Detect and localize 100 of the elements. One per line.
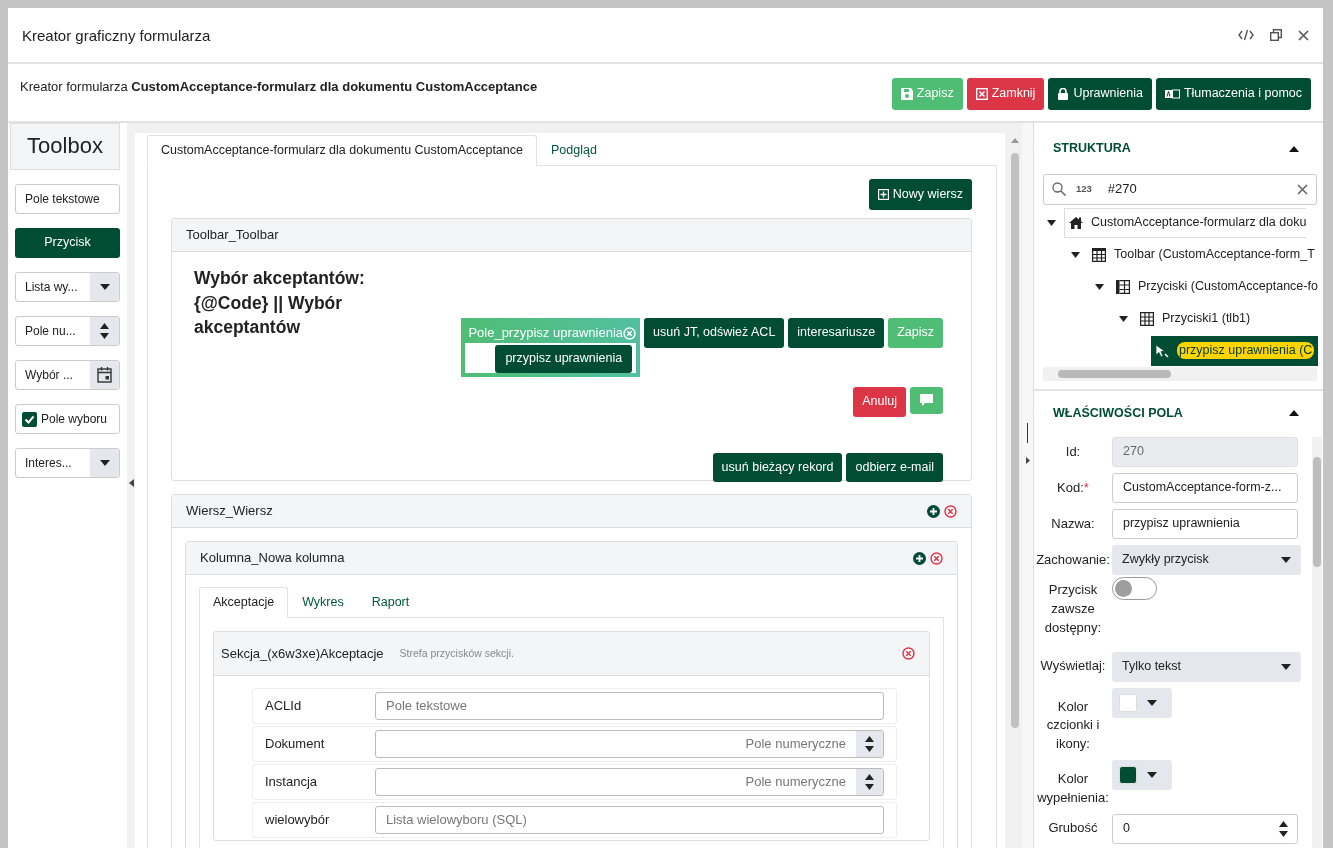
toolbox-title: Toolbox bbox=[10, 123, 120, 170]
tree-item[interactable]: Przyciski1 (tlb1) bbox=[1136, 303, 1255, 334]
column-tab[interactable]: Raport bbox=[357, 587, 424, 619]
toolbox-item[interactable]: Wybór ... bbox=[15, 360, 120, 390]
collapse-right-icon[interactable] bbox=[1025, 457, 1030, 464]
color-picker[interactable] bbox=[1112, 760, 1172, 791]
color-picker[interactable] bbox=[1112, 687, 1172, 718]
panel-title: Wiersz_Wiersz bbox=[186, 502, 273, 521]
spin-down-icon[interactable] bbox=[865, 784, 874, 791]
input-field[interactable]: przypisz uprawnienia bbox=[1112, 509, 1298, 539]
column-tab[interactable]: Akceptacje bbox=[199, 587, 289, 619]
spin-down-icon[interactable] bbox=[865, 746, 874, 753]
window-title: Kreator graficzny formularza bbox=[22, 25, 211, 46]
field-label: Dokument bbox=[265, 735, 326, 754]
spin-up-icon[interactable] bbox=[100, 323, 109, 329]
dropdown[interactable]: Zwykły przycisk bbox=[1112, 545, 1301, 575]
section-hint: Strefa przycisków sekcji. bbox=[399, 646, 514, 662]
close-icon[interactable] bbox=[1298, 29, 1309, 41]
spin-up-icon[interactable] bbox=[865, 774, 874, 781]
field-label: Kolor wypełnienia: bbox=[1037, 771, 1109, 805]
splitter-handle[interactable] bbox=[1027, 423, 1028, 443]
input-field[interactable]: Pole numeryczne bbox=[375, 730, 884, 759]
lock-icon bbox=[1057, 87, 1070, 100]
toolbar-button[interactable]: odbierz e-mail bbox=[846, 452, 943, 483]
dropdown[interactable]: Tylko tekst bbox=[1112, 651, 1301, 682]
tree-item[interactable]: CustomAcceptance-formularz dla doku bbox=[1064, 207, 1307, 238]
restore-icon[interactable] bbox=[1270, 29, 1282, 41]
input-field[interactable]: Lista wielowyboru (SQL) bbox=[375, 806, 884, 835]
tree-item[interactable]: Toolbar (CustomAcceptance-form_T bbox=[1088, 239, 1319, 270]
caret-down-icon bbox=[1147, 699, 1157, 706]
field-label: Id: bbox=[1065, 443, 1081, 459]
toolbox-item[interactable]: Pole nu... bbox=[15, 316, 120, 346]
field-label: Zachowanie: bbox=[1036, 551, 1110, 567]
spin-down-icon[interactable] bbox=[100, 333, 109, 339]
field-label: wielowybór bbox=[265, 811, 331, 830]
remove-icon[interactable] bbox=[902, 647, 915, 661]
search-icon bbox=[1052, 182, 1066, 196]
remove-icon[interactable] bbox=[930, 551, 943, 565]
form-tab[interactable]: Podgląd bbox=[537, 135, 611, 166]
horizontal-scrollbar[interactable] bbox=[1043, 366, 1317, 381]
add-icon[interactable] bbox=[913, 551, 926, 565]
search-field[interactable]: 123 #270 bbox=[1043, 173, 1317, 205]
field-label: Kolor czcionki i ikony: bbox=[1046, 698, 1100, 752]
clear-icon[interactable] bbox=[1297, 183, 1308, 195]
toolbox-item[interactable]: Interes... bbox=[15, 448, 120, 478]
caret-down-icon bbox=[1147, 772, 1157, 779]
field-label: ACLId bbox=[265, 697, 303, 716]
code-icon[interactable] bbox=[1238, 29, 1254, 41]
toolbar-button[interactable]: interesariusze bbox=[788, 318, 885, 348]
field-title: Pole_przypisz uprawnienia bbox=[468, 324, 624, 343]
form-tab[interactable]: CustomAcceptance-formularz dla dokumentu CustomAcceptance bbox=[147, 135, 537, 166]
scroll-up-icon bbox=[1011, 138, 1019, 143]
toolbar-button[interactable]: usuń bieżący rekord bbox=[712, 452, 843, 483]
required-mark: * bbox=[1083, 479, 1089, 495]
column-table-icon bbox=[1116, 279, 1130, 294]
spin-up-icon[interactable] bbox=[865, 736, 874, 743]
toolbox-item[interactable]: Przycisk bbox=[15, 228, 120, 258]
input-field[interactable]: Pole tekstowe bbox=[375, 692, 884, 721]
caret-down-icon bbox=[1281, 663, 1291, 670]
toolbox-item[interactable]: Lista wy... bbox=[15, 272, 120, 302]
new-row-button[interactable]: Nowy wiersz bbox=[868, 178, 972, 211]
toggle-switch[interactable] bbox=[1112, 577, 1157, 600]
field-label: Nazwa: bbox=[1051, 515, 1095, 531]
cursor-icon bbox=[1155, 343, 1169, 358]
remove-icon[interactable] bbox=[944, 504, 957, 518]
toolbar-button[interactable]: Zamknij bbox=[966, 78, 1045, 110]
form-designer-caption: Kreator formularza CustomAcceptance-formularz dla dokumentu CustomAcceptance bbox=[20, 78, 538, 96]
toolbox-item[interactable]: Pole tekstowe bbox=[15, 184, 120, 214]
toolbar-button[interactable]: Tłumaczenia i pomoc bbox=[1155, 78, 1311, 110]
spin-up-icon[interactable] bbox=[1279, 820, 1288, 827]
close-icon bbox=[975, 87, 988, 100]
toolbar-button[interactable]: usuń JT, odśwież ACL bbox=[644, 318, 785, 348]
plus-square-icon bbox=[877, 189, 889, 201]
field-label: Grubość bbox=[1048, 820, 1098, 836]
search-mode-toggle[interactable]: 123 bbox=[1076, 182, 1092, 196]
field-label: Przycisk zawsze dostępny: bbox=[1044, 582, 1102, 635]
scrollbar[interactable] bbox=[1312, 437, 1322, 848]
expand-icon[interactable] bbox=[1119, 315, 1128, 322]
expand-icon[interactable] bbox=[1095, 283, 1104, 290]
add-icon[interactable] bbox=[927, 504, 940, 518]
expand-icon[interactable] bbox=[1047, 219, 1056, 226]
panel-title: Kolumna_Nowa kolumna bbox=[200, 549, 345, 568]
spin-down-icon[interactable] bbox=[1279, 830, 1288, 837]
column-tab[interactable]: Wykres bbox=[288, 587, 358, 619]
chat-icon bbox=[920, 394, 933, 408]
field-button[interactable]: przypisz uprawnienia bbox=[495, 345, 633, 373]
caret-down-icon bbox=[99, 460, 110, 466]
toolbar-button[interactable]: Uprawnienia bbox=[1048, 78, 1152, 110]
input-field[interactable]: Pole numeryczne bbox=[375, 768, 884, 797]
tree-item[interactable]: przypisz uprawnienia (C bbox=[1151, 335, 1319, 366]
input-field[interactable]: CustomAcceptance-form-z... bbox=[1112, 473, 1298, 503]
tree-item[interactable]: Przyciski (CustomAcceptance-fo bbox=[1112, 271, 1322, 302]
toolbar-button[interactable]: Anuluj bbox=[853, 387, 906, 417]
expand-icon[interactable] bbox=[1071, 251, 1080, 258]
collapse-icon[interactable] bbox=[1289, 410, 1299, 417]
toolbox-item[interactable]: Pole wyboru bbox=[15, 404, 120, 434]
panel-title: Toolbar_Toolbar bbox=[186, 226, 279, 245]
selected-field[interactable]: Pole_przypisz uprawnienia przypisz uprawnienia bbox=[461, 318, 641, 378]
number-field[interactable]: 0 bbox=[1112, 813, 1298, 844]
collapse-icon[interactable] bbox=[1289, 145, 1299, 152]
